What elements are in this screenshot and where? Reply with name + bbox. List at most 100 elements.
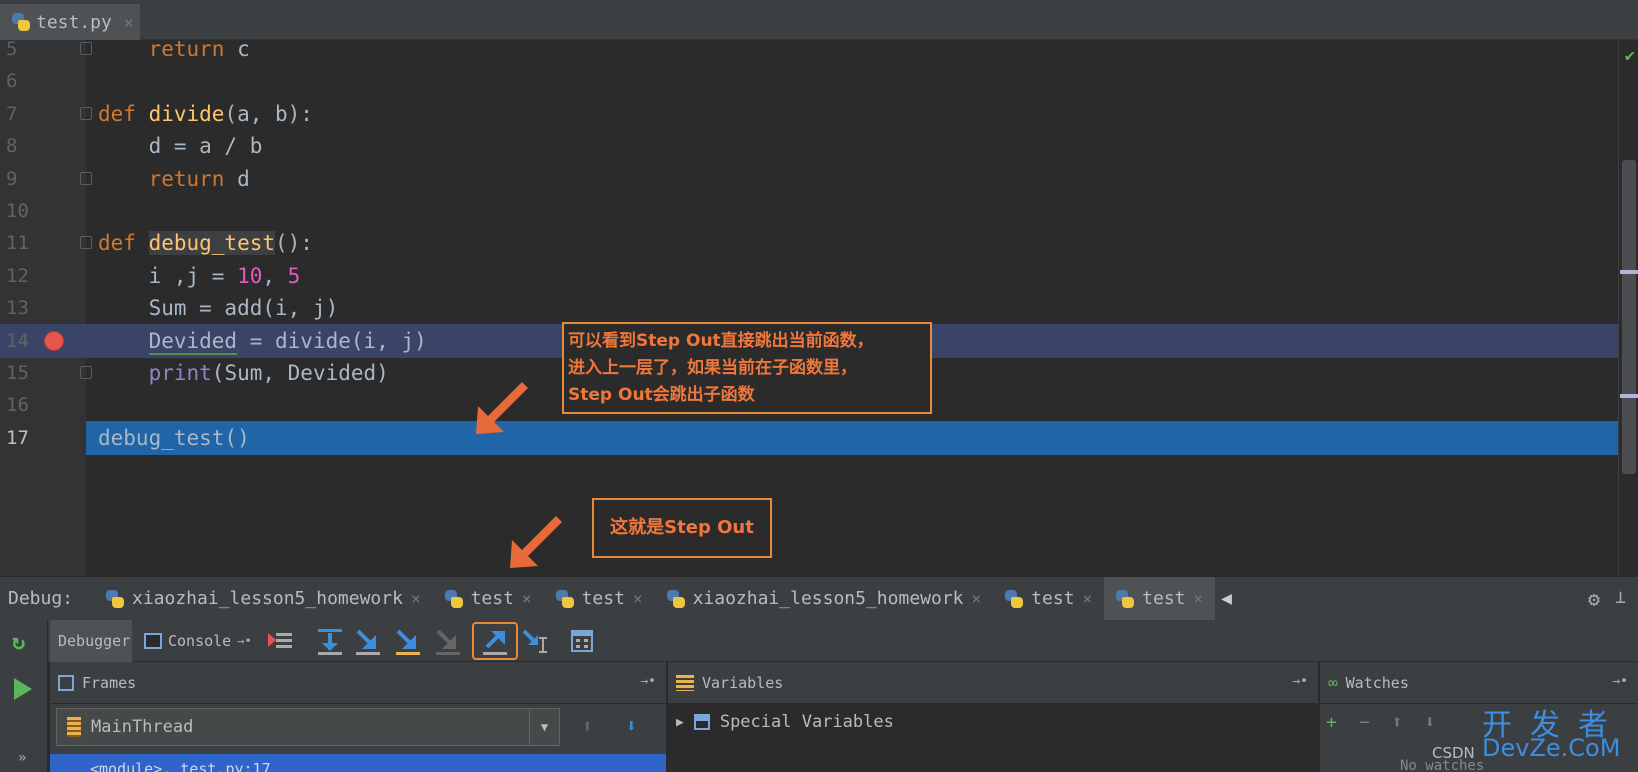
force-step-into-button[interactable] [432,625,464,657]
breakpoint-icon[interactable] [44,330,64,351]
close-icon[interactable]: × [1194,589,1204,608]
code-line[interactable]: 8 d = a / b [0,129,1620,163]
debug-tab[interactable]: xiaozhai_lesson5_homework × [655,577,994,621]
editor-scrollbar[interactable] [1622,160,1636,474]
execution-point-highlight [86,420,1620,455]
gear-icon[interactable]: ⚙ [1588,587,1600,611]
tab-console-label: Console [168,632,232,650]
tab-console[interactable]: Console →• [136,620,260,662]
debug-tab[interactable]: test × [993,577,1104,621]
code-text: def divide(a, b): [98,101,313,126]
special-variables-label: Special Variables [719,712,894,732]
pin-icon[interactable]: →• [640,674,656,689]
debug-label: Debug: [8,588,74,609]
pin-tab-icon[interactable]: →• [237,634,251,648]
debug-tab[interactable]: xiaozhai_lesson5_homework × [94,577,433,621]
code-line[interactable]: 6 [0,64,1620,98]
code-text: Devided = divide(i, j) [148,328,427,355]
line-number: 8 [6,135,18,158]
step-into-my-code-button[interactable] [392,625,424,657]
close-icon[interactable]: × [972,589,982,608]
thread-select[interactable]: MainThread ▼ [56,708,560,746]
code-text: i ,j = 10, 5 [98,263,301,288]
stripe-marker[interactable] [1620,394,1638,398]
move-up-icon[interactable]: ⬆ [1392,712,1403,733]
line-number: 5 [6,38,18,60]
close-icon[interactable]: × [1083,589,1093,608]
variables-title: Variables [702,673,784,692]
watches-title: Watches [1345,673,1409,692]
close-icon[interactable]: × [633,589,643,608]
show-execution-point-button[interactable] [264,625,296,657]
run-to-cursor-button[interactable] [520,625,552,657]
variable-row-special[interactable]: ▶ Special Variables [676,712,894,732]
code-line[interactable]: 17 debug_test() [0,420,1620,455]
code-line[interactable]: 11 def debug_test(): [0,226,1620,260]
frames-panel: MainThread ▼ ⬆ ⬇ <module>, test.py:17 [50,704,666,772]
fold-icon[interactable] [80,171,92,185]
line-number: 16 [6,394,29,417]
debug-tab-label: test [581,588,625,609]
minimize-icon[interactable]: ⊥ [1615,587,1626,608]
python-file-icon [106,589,124,608]
code-line[interactable]: 7 def divide(a, b): [0,97,1620,131]
move-down-icon[interactable]: ⬇ [1425,712,1436,733]
annotation-step-out-explanation: 可以看到Step Out直接跳出当前函数， 进入上一层了，如果当前在子函数里， … [562,322,932,414]
evaluate-expression-button[interactable] [566,625,598,657]
debug-tab[interactable]: test × [1104,576,1216,621]
code-editor[interactable]: 5 return c 6 7 def divide(a, b): 8 d = a / b… [0,37,1638,576]
expand-arrow-icon[interactable]: ▶ [676,715,684,730]
frames-panel-header: Frames →• [50,662,666,704]
variables-icon [676,674,694,691]
debug-tab-label: xiaozhai_lesson5_homework [132,588,403,609]
close-icon[interactable]: × [411,589,421,608]
frame-up-icon[interactable]: ⬆ [582,716,593,737]
frames-icon [58,674,74,691]
code-text: Sum = add(i, j) [98,296,339,321]
pin-icon[interactable]: →• [1612,674,1628,689]
frames-title: Frames [82,673,137,692]
frame-row[interactable]: <module>, test.py:17 [50,754,666,772]
pin-icon[interactable]: →• [1292,674,1308,689]
rerun-icon[interactable]: ↻ [12,630,36,655]
annotation-line: 可以看到Step Out直接跳出当前函数， [568,331,874,351]
special-variables-icon [693,714,710,730]
line-number: 13 [6,297,29,320]
remove-watch-icon[interactable]: − [1359,712,1370,733]
code-line[interactable]: 13 Sum = add(i, j) [0,291,1620,325]
watches-panel-header: ∞ Watches →• [1320,662,1638,704]
debug-tab-label: xiaozhai_lesson5_homework [692,588,964,609]
step-into-button[interactable] [352,625,384,657]
debug-tab[interactable]: test × [544,577,655,621]
debug-tab[interactable]: test × [433,577,544,621]
resume-icon[interactable] [14,678,32,700]
csdn-watermark: CSDN [1432,744,1475,762]
python-file-icon [444,589,463,608]
fold-icon[interactable] [80,106,92,120]
stripe-marker[interactable] [1620,270,1638,274]
code-text: return d [148,166,250,191]
close-icon[interactable]: × [522,589,532,608]
code-text: debug_test() [98,425,250,450]
code-line[interactable]: 10 [0,194,1620,228]
code-text: return c [148,37,250,61]
tab-debugger[interactable]: Debugger [50,620,132,662]
variables-panel-header: Variables →• [668,662,1318,704]
close-icon[interactable]: × [124,13,134,32]
scroll-tabs-left-icon[interactable]: ◀ [1215,588,1232,609]
code-line[interactable]: 12 i ,j = 10, 5 [0,259,1620,293]
add-watch-icon[interactable]: + [1326,712,1337,733]
code-line[interactable]: 5 return c [0,32,1620,66]
step-over-button[interactable] [314,625,346,657]
console-icon [144,633,162,649]
fold-icon[interactable] [80,236,92,250]
frame-down-icon[interactable]: ⬇ [626,716,637,737]
code-line[interactable]: 9 return d [0,162,1620,196]
chevron-down-icon[interactable]: ▼ [529,709,559,745]
error-stripe[interactable]: ✔ [1618,40,1638,576]
inspection-ok-icon: ✔ [1624,46,1635,66]
fold-icon[interactable] [80,42,92,55]
step-out-button[interactable] [479,625,511,657]
fold-icon[interactable] [80,366,92,379]
more-icon[interactable]: » [18,750,26,766]
